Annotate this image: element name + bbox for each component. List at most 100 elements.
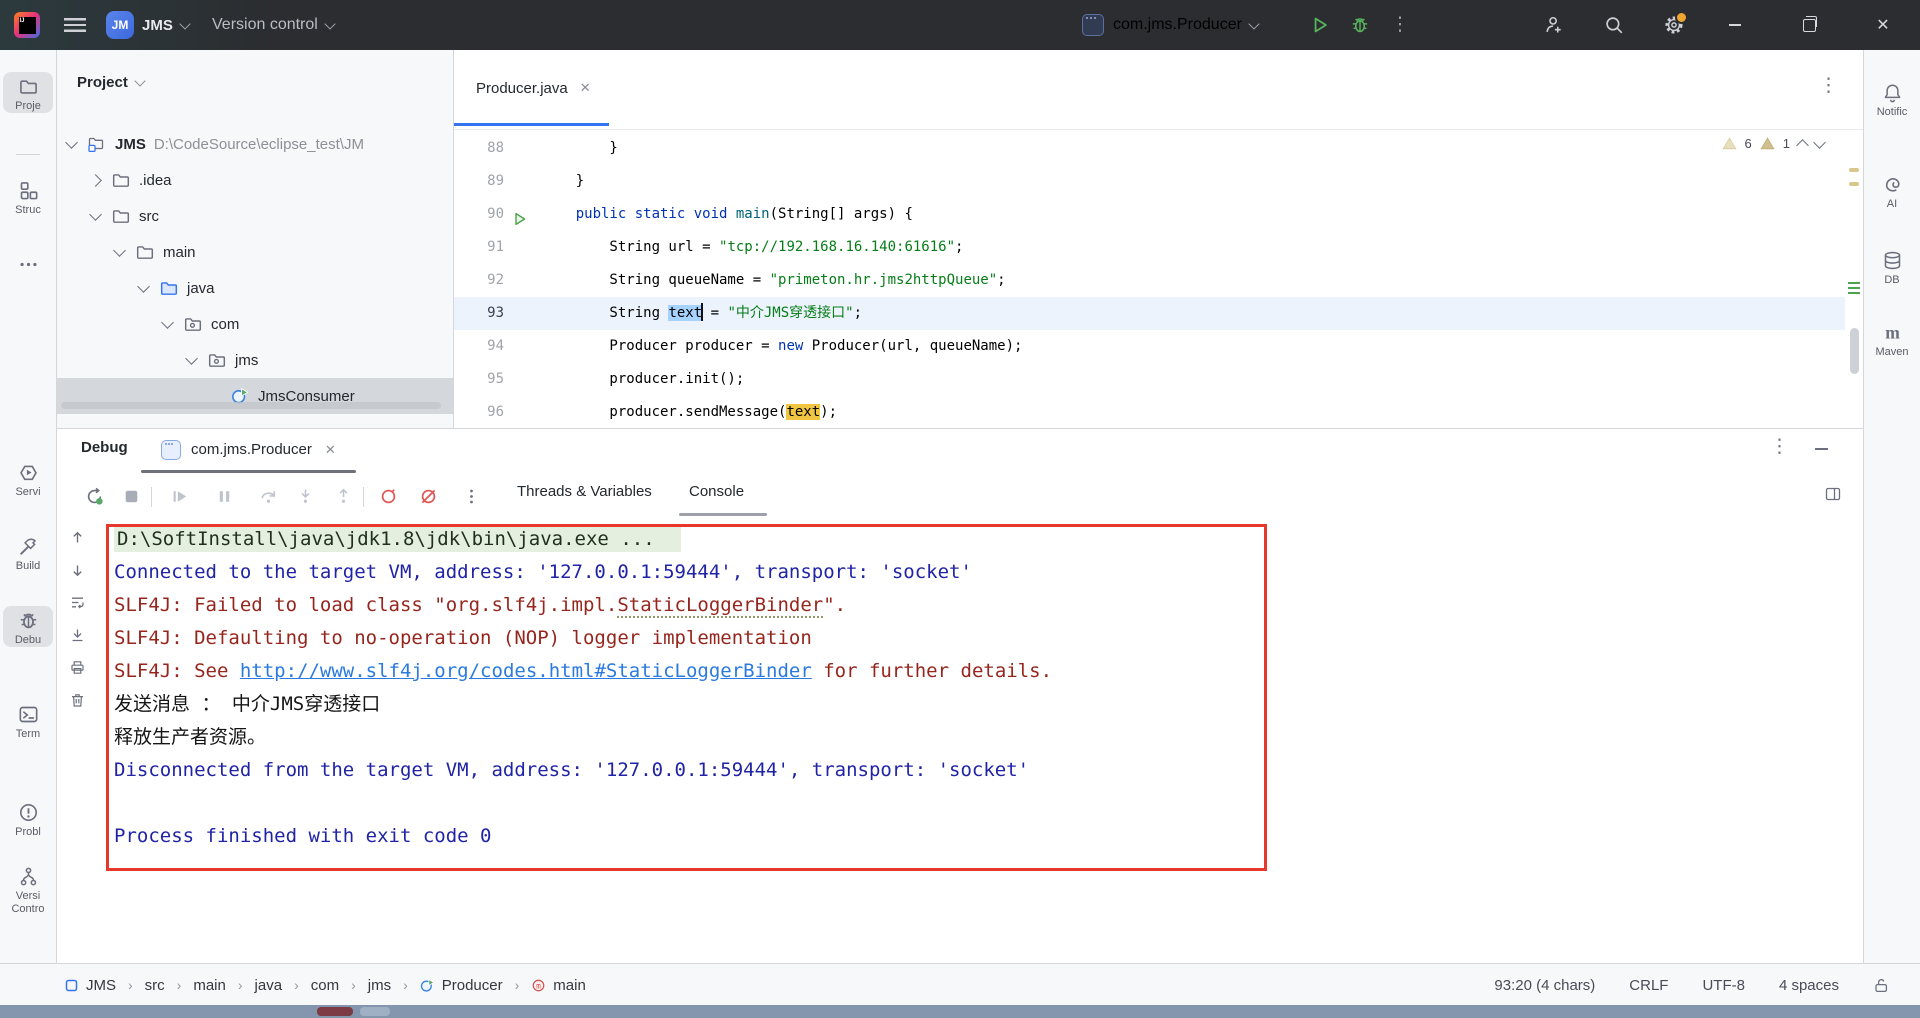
breadcrumb-item-jms[interactable]: JMS [64, 977, 116, 994]
scroll-up-icon[interactable] [69, 529, 87, 547]
stripe-item-services[interactable]: Servi [3, 458, 53, 499]
writable-status-widget[interactable] [1873, 977, 1890, 994]
stripe-item-ai[interactable]: AI [1867, 170, 1917, 211]
line-number[interactable]: 94 [454, 330, 504, 363]
more-actions-button[interactable]: ⋮ [1388, 13, 1412, 37]
chevron-down-icon[interactable] [113, 244, 126, 257]
breadcrumb-item-producer[interactable]: Producer [420, 977, 503, 994]
project-view-selector[interactable]: Project [77, 74, 144, 91]
close-session-icon[interactable]: ✕ [325, 442, 336, 458]
breadcrumb-item-main[interactable]: main [193, 977, 226, 994]
clear-console-icon[interactable] [69, 692, 87, 710]
stripe-item-terminal[interactable]: Term [3, 700, 53, 741]
line-number[interactable]: 88 [454, 132, 504, 165]
project-name-menu[interactable]: JMS [142, 0, 189, 50]
editor-tab-producer-java[interactable]: Producer.java ✕ [454, 50, 609, 126]
warning-stripe-mark[interactable] [1849, 182, 1859, 186]
chevron-down-icon[interactable] [185, 352, 198, 365]
line-number[interactable]: 93 [454, 297, 504, 330]
console-text: D:\SoftInstall\java\jdk1.8\jdk\bin\java.… [114, 526, 681, 552]
console-output: D:\SoftInstall\java\jdk1.8\jdk\bin\java.… [114, 523, 1052, 853]
print-icon[interactable] [69, 659, 87, 677]
line-number[interactable]: 89 [454, 165, 504, 198]
vertical-scrollbar[interactable] [1850, 328, 1859, 374]
breadcrumb-item-main[interactable]: mmain [531, 977, 586, 994]
soft-wrap-icon[interactable] [69, 594, 87, 612]
warning-stripe-mark[interactable] [1849, 168, 1859, 172]
line-number[interactable]: 92 [454, 264, 504, 297]
code-line-88: 88 } [454, 132, 1845, 165]
tree-node-jms[interactable]: JMSD:\CodeSource\eclipse_test\JM [57, 126, 453, 162]
horizontal-scrollbar[interactable] [61, 402, 441, 409]
step-over-icon [259, 487, 278, 506]
line-separator-widget[interactable]: CRLF [1629, 977, 1668, 994]
stripe-item-debug[interactable]: Debu [3, 606, 53, 647]
stripe-item-notifications[interactable]: Notific [1867, 78, 1917, 119]
breadcrumb-item-jms[interactable]: jms [368, 977, 391, 994]
chevron-down-icon[interactable] [65, 136, 78, 149]
line-number[interactable]: 95 [454, 363, 504, 396]
minimize-button[interactable] [1712, 0, 1758, 50]
chevron-down-icon[interactable] [89, 208, 102, 221]
hide-toolwindow-button[interactable] [1815, 448, 1828, 450]
taskbar-app-icon[interactable] [317, 1007, 353, 1016]
tree-node-jms[interactable]: jms [57, 342, 453, 378]
caret-position-widget[interactable]: 93:20 (4 chars) [1494, 977, 1595, 994]
tree-node-main[interactable]: main [57, 234, 453, 270]
debug-toolbar-more-button[interactable] [460, 485, 482, 507]
indent-widget[interactable]: 4 spaces [1779, 977, 1839, 994]
close-button[interactable]: ✕ [1860, 0, 1906, 50]
layout-settings-button[interactable] [1824, 485, 1842, 508]
tree-node-com[interactable]: com [57, 306, 453, 342]
stripe-item-project[interactable]: Proje [3, 72, 53, 113]
code-with-me-button[interactable] [1540, 13, 1564, 37]
close-tab-icon[interactable]: ✕ [580, 80, 591, 96]
vcs-menu-label: Version control [212, 16, 318, 34]
changed-lines-marker[interactable] [1848, 282, 1860, 294]
run-line-icon[interactable] [512, 206, 528, 222]
scroll-down-icon[interactable] [69, 562, 87, 580]
stripe-item-build[interactable]: Build [3, 532, 53, 573]
console-link[interactable]: http://www.slf4j.org/codes.html#StaticLo… [240, 660, 812, 682]
breadcrumb-item-java[interactable]: java [255, 977, 283, 994]
settings-button[interactable] [1662, 13, 1686, 37]
project-avatar[interactable]: JM [106, 11, 134, 39]
chevron-down-icon[interactable] [161, 316, 174, 329]
view-breakpoints-button[interactable] [377, 485, 399, 507]
stripe-item-problems[interactable]: Probl [3, 798, 53, 839]
debug-button[interactable] [1348, 13, 1372, 37]
stripe-item-more[interactable] [3, 250, 53, 278]
main-menu-icon[interactable] [64, 18, 86, 32]
tree-node-java[interactable]: java [57, 270, 453, 306]
run-configuration-selector[interactable]: com.jms.Producer [1082, 0, 1258, 50]
stripe-item-database[interactable]: DB [1867, 246, 1917, 287]
debug-view-tab-threads-variables[interactable]: Threads & Variables [517, 483, 652, 500]
search-everywhere-button[interactable] [1602, 13, 1626, 37]
run-button[interactable] [1308, 13, 1332, 37]
vcs-menu[interactable]: Version control [212, 0, 334, 50]
tree-node-src[interactable]: src [57, 198, 453, 234]
stripe-item-version-control[interactable]: VersiContro [3, 862, 53, 916]
mute-breakpoints-button[interactable] [417, 485, 439, 507]
editor-options-button[interactable]: ⋮ [1819, 76, 1838, 96]
chevron-right-icon[interactable] [89, 174, 102, 187]
package-icon [208, 351, 226, 369]
restore-button[interactable] [1786, 0, 1832, 50]
code-text: Producer producer = new Producer(url, qu… [542, 330, 1022, 363]
breadcrumb-item-com[interactable]: com [311, 977, 339, 994]
scroll-to-end-icon[interactable] [69, 627, 87, 645]
breadcrumb-item-src[interactable]: src [145, 977, 165, 994]
debug-session-tab[interactable]: com.jms.Producer ✕ [161, 429, 336, 470]
rerun-debug-button[interactable] [83, 485, 105, 507]
debug-view-tab-console[interactable]: Console [689, 483, 744, 500]
encoding-widget[interactable]: UTF-8 [1702, 977, 1745, 994]
chevron-down-icon[interactable] [137, 280, 150, 293]
stripe-item-structure[interactable]: Struc [3, 176, 53, 217]
line-number[interactable]: 90 [454, 198, 504, 231]
taskbar-app-icon[interactable] [360, 1007, 390, 1016]
tree-node-idea[interactable]: .idea [57, 162, 453, 198]
debug-more-button[interactable]: ⋮ [1770, 437, 1789, 457]
line-number[interactable]: 96 [454, 396, 504, 428]
stripe-item-maven[interactable]: mMaven [1867, 318, 1917, 359]
line-number[interactable]: 91 [454, 231, 504, 264]
